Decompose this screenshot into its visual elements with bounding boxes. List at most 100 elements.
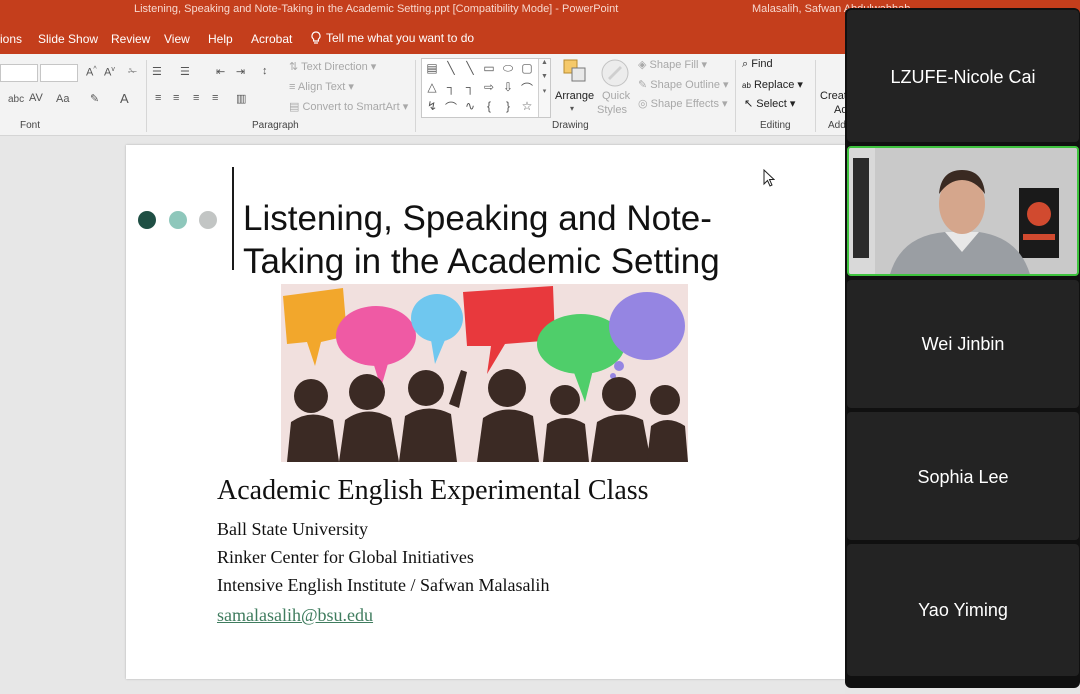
group-label-add: Add [828,120,846,131]
replace-button[interactable]: ab Replace ▾ [742,78,803,91]
justify-icon[interactable]: ≡ [212,92,218,104]
tell-me-search[interactable]: Tell me what you want to do [310,31,474,45]
participant-tile[interactable]: Yao Yiming [847,544,1079,676]
tab-help[interactable]: Help [208,32,233,46]
bullets-icon[interactable]: ☰ [152,65,162,78]
freeform-shape-icon[interactable]: ⌒ [519,80,535,97]
group-label-editing: Editing [760,120,791,131]
left-brace-shape-icon[interactable]: { [481,99,497,113]
find-label: Find [751,58,773,70]
tab-view[interactable]: View [164,32,190,46]
align-text-button[interactable]: ≡ Align Text ▾ [289,80,354,93]
slide-line-institute[interactable]: Intensive English Institute / Safwan Mal… [217,575,549,596]
participant-panel: LZUFE-Nicole Cai Wei Jinbin Sophia Lee Y… [845,8,1080,688]
participant-tile[interactable]: Sophia Lee [847,412,1079,540]
arrange-icon [563,59,586,82]
group-label-paragraph: Paragraph [252,120,299,131]
oval-shape-icon[interactable]: ⬭ [500,61,516,76]
change-case-icon[interactable]: Aa [56,93,69,105]
magnifier-icon: ⌕ [742,58,749,70]
star-shape-icon[interactable]: ☆ [519,99,535,113]
tab-slide-show[interactable]: Slide Show [38,32,98,46]
quick-styles-label-2[interactable]: Styles [597,104,627,116]
text-direction-button[interactable]: ⇅ Text Direction ▾ [289,60,376,73]
select-button[interactable]: ↖ Select ▾ [744,97,795,110]
shape-outline-label: Shape Outline [650,79,720,91]
group-separator [415,60,416,132]
right-arrow-shape-icon[interactable]: ⇨ [481,80,497,94]
font-name-box[interactable] [0,64,38,82]
triangle-shape-icon[interactable]: △ [424,80,440,94]
shape-effects-label: Shape Effects [650,98,719,110]
active-speaker-video[interactable] [847,146,1079,276]
numbering-icon[interactable]: ☰ [180,65,190,78]
participant-tile[interactable]: Wei Jinbin [847,280,1079,408]
slide-line-university[interactable]: Ball State University [217,519,368,540]
rounded-rect-shape-icon[interactable]: ▢ [519,61,535,75]
textbox-shape-icon[interactable]: ▤ [424,61,440,75]
lightbulb-icon [311,31,321,44]
clear-format-icon[interactable]: ✁ [128,65,137,78]
align-center-icon[interactable]: ≡ [173,92,179,104]
align-right-icon[interactable]: ≡ [193,92,199,104]
tab-animations[interactable]: ions [0,32,22,46]
participant-tile[interactable]: LZUFE-Nicole Cai [847,10,1079,142]
align-text-label: Align Text [297,81,346,93]
decorative-dot-2 [169,211,187,229]
text-direction-label: Text Direction [301,61,368,73]
replace-icon: ab [742,81,751,90]
shape-effects-button[interactable]: ◎ Shape Effects ▾ [638,97,728,110]
tell-me-label: Tell me what you want to do [326,31,475,45]
slide-subtitle[interactable]: Academic English Experimental Class [217,475,649,507]
shape-outline-button[interactable]: ✎ Shape Outline ▾ [638,78,729,91]
replace-label: Replace [753,79,795,91]
slide-line-center[interactable]: Rinker Center for Global Initiatives [217,547,474,568]
highlight-icon[interactable]: ✎ [90,92,99,105]
curve-shape-icon[interactable]: ∿ [462,99,478,113]
grow-font-icon[interactable]: A^ [86,66,97,79]
convert-smartart-button[interactable]: ▤ Convert to SmartArt ▾ [289,100,408,113]
align-left-icon[interactable]: ≡ [155,92,161,104]
strikethrough-icon[interactable]: abc [8,94,24,105]
group-label-drawing: Drawing [552,120,589,131]
right-brace-shape-icon[interactable]: } [500,99,516,113]
font-size-box[interactable] [40,64,78,82]
decrease-indent-icon[interactable]: ⇤ [216,65,225,78]
window-title: Listening, Speaking and Note-Taking in t… [134,3,619,15]
tab-acrobat[interactable]: Acrobat [251,32,292,46]
lightning-shape-icon[interactable]: ↯ [424,99,440,113]
find-button[interactable]: ⌕ Find [742,58,773,71]
rectangle-shape-icon[interactable]: ▭ [481,61,497,75]
arrange-button[interactable]: Arrange [555,90,594,102]
char-spacing-icon[interactable]: AV [29,92,43,104]
line-spacing-icon[interactable]: ↕ [262,65,268,77]
quick-styles-icon [601,59,629,87]
quick-styles-label-1[interactable]: Quick [602,90,630,102]
slide-canvas[interactable]: Listening, Speaking and Note-Taking in t… [126,145,845,679]
chevron-down-icon: ▾ [570,104,575,113]
shapes-gallery[interactable]: ▤ ╲ ╲ ▭ ⬭ ▢ △ ┐ ┐ ⇨ ⇩ ⌒ ↯ ⌒ ∿ { } ☆ ▲ ▼ ▾ [421,58,551,118]
participant-name: Yao Yiming [918,600,1008,620]
down-arrow-shape-icon[interactable]: ⇩ [500,80,516,94]
title-divider [232,167,234,270]
slide-email-link[interactable]: samalasalih@bsu.edu [217,605,373,626]
speech-bubbles-illustration[interactable] [281,284,688,462]
increase-indent-icon[interactable]: ⇥ [236,65,245,78]
shape-fill-button[interactable]: ◈ Shape Fill ▾ [638,58,707,71]
line-shape-icon[interactable]: ╲ [443,61,459,75]
group-separator [735,60,736,132]
slide-title[interactable]: Listening, Speaking and Note-Taking in t… [243,197,783,283]
line-shape-icon[interactable]: ╲ [462,61,478,75]
gallery-scroll[interactable]: ▲ ▼ ▾ [538,59,550,117]
columns-icon[interactable]: ▥ [236,92,246,105]
participant-name: Wei Jinbin [921,334,1005,354]
create-button-label[interactable]: Creat [820,90,847,102]
tab-review[interactable]: Review [111,32,150,46]
font-color-icon[interactable]: A [120,91,129,106]
shrink-font-icon[interactable]: Av [104,66,115,79]
elbow-connector-icon[interactable]: ┐ [443,80,459,94]
arc-shape-icon[interactable]: ⌒ [443,99,459,116]
participant-name: LZUFE-Nicole Cai [890,67,1036,87]
convert-smartart-label: Convert to SmartArt [302,101,400,113]
elbow-arrow-icon[interactable]: ┐ [462,80,478,94]
